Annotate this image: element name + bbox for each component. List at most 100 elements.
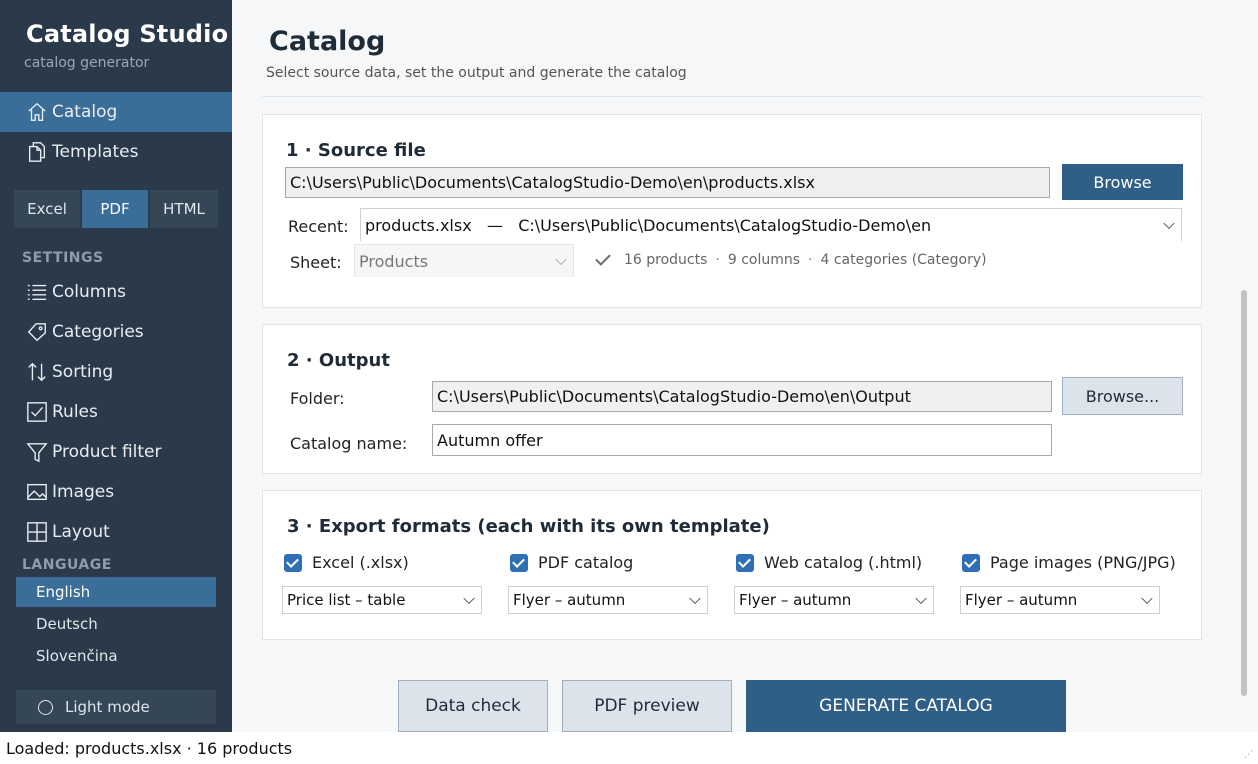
pdf-template-dropdown[interactable]: Flyer – autumn: [508, 586, 708, 614]
excel-template-dropdown[interactable]: Price list – table: [282, 586, 482, 614]
documents-icon: [24, 140, 50, 164]
sun-icon: [38, 699, 53, 715]
sidebar-item-label: Product filter: [52, 442, 162, 462]
source-file-card: 1 · Source file C:\Users\Public\Document…: [262, 114, 1202, 308]
tab-label: PDF: [100, 200, 130, 218]
sidebar-item-label: Columns: [52, 282, 126, 302]
checkbox-checked-icon[interactable]: [510, 553, 528, 572]
output-card: 2 · Output Folder: C:\Users\Public\Docum…: [262, 324, 1202, 474]
checkmark-icon: [595, 250, 611, 266]
format-label: Web catalog (.html): [764, 553, 923, 572]
output-folder-field[interactable]: C:\Users\Public\Documents\CatalogStudio-…: [432, 381, 1052, 412]
sidebar: Catalog Studio catalog generator Catalog…: [0, 0, 232, 732]
sidebar-item-images[interactable]: Images: [0, 472, 232, 512]
sidebar-item-product-filter[interactable]: Product filter: [0, 432, 232, 472]
sidebar-item-sorting[interactable]: Sorting: [0, 352, 232, 392]
pdf-preview-button[interactable]: PDF preview: [562, 680, 732, 732]
format-label: Page images (PNG/JPG): [990, 553, 1176, 572]
catalog-name-label: Catalog name:: [290, 434, 408, 453]
catalog-name-input[interactable]: Autumn offer: [432, 424, 1052, 456]
nav-item-catalog[interactable]: Catalog: [0, 92, 232, 132]
sidebar-item-categories[interactable]: Categories: [0, 312, 232, 352]
recent-label: Recent:: [288, 217, 349, 236]
sidebar-item-label: Layout: [52, 522, 110, 542]
sidebar-item-layout[interactable]: Layout: [0, 512, 232, 552]
list-icon: [24, 280, 50, 304]
sidebar-item-label: Images: [52, 482, 115, 502]
format-label: Excel (.xlsx): [312, 553, 409, 572]
checkbox-checked-icon[interactable]: [962, 553, 980, 572]
language-item-deutsch[interactable]: Deutsch: [16, 609, 216, 639]
format-web-checkbox[interactable]: Web catalog (.html): [736, 553, 922, 572]
export-formats-card: 3 · Export formats (each with its own te…: [262, 490, 1202, 640]
nav-item-label: Catalog: [52, 102, 118, 122]
template-value: Flyer – autumn: [739, 591, 852, 609]
home-icon: [24, 100, 50, 124]
sidebar-item-label: Sorting: [52, 362, 114, 382]
separator: ·: [808, 252, 813, 268]
page-images-template-dropdown[interactable]: Flyer – autumn: [960, 586, 1160, 614]
column-count: 9 columns: [727, 252, 801, 268]
source-file-heading: 1 · Source file: [286, 140, 426, 161]
nav-item-label: Templates: [52, 142, 139, 162]
app-title: Catalog Studio: [26, 20, 229, 48]
checkbox-checked-icon[interactable]: [284, 553, 302, 572]
status-bar: Loaded: products.xlsx · 16 products: [0, 732, 1258, 764]
data-check-button[interactable]: Data check: [398, 680, 548, 732]
template-value: Flyer – autumn: [965, 591, 1078, 609]
sheet-label: Sheet:: [290, 253, 342, 272]
sheet-value: Products: [359, 251, 429, 271]
sidebar-item-label: Categories: [52, 322, 144, 342]
resize-grip-icon[interactable]: ⋰: [1244, 750, 1254, 760]
language-item-english[interactable]: English: [16, 577, 216, 607]
language-label: Deutsch: [36, 615, 98, 633]
filter-icon: [24, 440, 50, 464]
recent-value: products.xlsx — C:\Users\Public\Document…: [365, 215, 932, 235]
grid-icon: [24, 520, 50, 544]
checkbox-checked-icon[interactable]: [736, 553, 754, 572]
checkbox-icon: [24, 400, 50, 424]
sidebar-item-columns[interactable]: Columns: [0, 272, 232, 312]
export-formats-heading: 3 · Export formats (each with its own te…: [287, 516, 770, 537]
product-count: 16 products: [624, 252, 708, 268]
web-template-dropdown[interactable]: Flyer – autumn: [734, 586, 934, 614]
tab-label: Excel: [27, 200, 67, 218]
output-heading: 2 · Output: [287, 350, 390, 371]
category-count: 4 categories (Category): [820, 252, 987, 268]
recent-files-dropdown[interactable]: products.xlsx — C:\Users\Public\Document…: [360, 208, 1182, 241]
generate-catalog-button[interactable]: GENERATE CATALOG: [746, 680, 1066, 732]
source-path-field[interactable]: C:\Users\Public\Documents\CatalogStudio-…: [285, 167, 1050, 198]
chevron-down-icon: [689, 592, 701, 605]
nav-item-templates[interactable]: Templates: [0, 132, 232, 172]
language-item-slovencina[interactable]: Slovenčina: [16, 641, 216, 671]
app-subtitle: catalog generator: [24, 55, 150, 71]
tab-pdf[interactable]: PDF: [82, 190, 148, 228]
format-excel-checkbox[interactable]: Excel (.xlsx): [284, 553, 409, 572]
tag-icon: [24, 320, 50, 344]
language-label: Slovenčina: [36, 647, 118, 665]
language-label: English: [36, 583, 91, 601]
chevron-down-icon: [1163, 217, 1175, 230]
sidebar-item-label: Rules: [52, 402, 98, 422]
light-mode-label: Light mode: [65, 698, 150, 716]
browse-source-button[interactable]: Browse: [1062, 164, 1183, 200]
template-value: Flyer – autumn: [513, 591, 626, 609]
source-info: 16 products · 9 columns · 4 categories (…: [595, 250, 987, 268]
browse-output-button[interactable]: Browse...: [1062, 377, 1183, 415]
tab-html[interactable]: HTML: [150, 190, 218, 228]
folder-label: Folder:: [290, 389, 345, 408]
image-icon: [24, 480, 50, 504]
separator: ·: [715, 252, 720, 268]
light-mode-button[interactable]: Light mode: [16, 690, 216, 724]
settings-heading: SETTINGS: [22, 250, 104, 266]
status-text: Loaded: products.xlsx · 16 products: [6, 738, 293, 758]
format-pdf-checkbox[interactable]: PDF catalog: [510, 553, 633, 572]
sheet-dropdown[interactable]: Products: [354, 244, 574, 277]
divider: [262, 96, 1202, 97]
format-page-images-checkbox[interactable]: Page images (PNG/JPG): [962, 553, 1176, 572]
vertical-scrollbar[interactable]: [1241, 290, 1247, 696]
sort-arrows-icon: [24, 360, 50, 384]
sidebar-item-rules[interactable]: Rules: [0, 392, 232, 432]
tab-excel[interactable]: Excel: [14, 190, 80, 228]
chevron-down-icon: [915, 592, 927, 605]
